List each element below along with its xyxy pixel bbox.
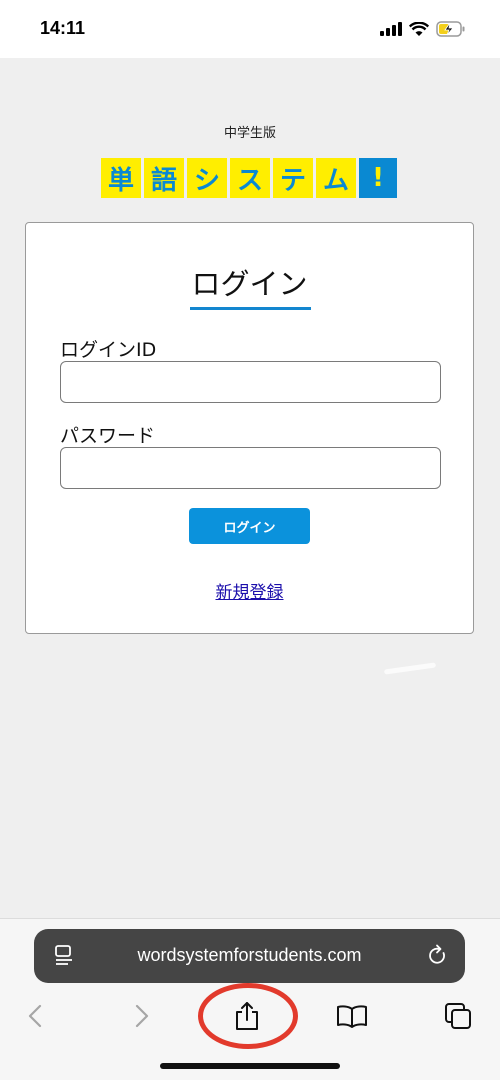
bookmarks-button[interactable] bbox=[332, 999, 372, 1033]
reload-icon[interactable] bbox=[427, 944, 449, 968]
bookmarks-icon bbox=[337, 1005, 367, 1028]
edition-label: 中学生版 bbox=[223, 126, 276, 141]
app-logo: 単 語 シ ス テ ム ! bbox=[101, 158, 397, 198]
logo-char: ス bbox=[230, 158, 270, 198]
logo-char: テ bbox=[273, 158, 313, 198]
signal-icon bbox=[380, 22, 402, 36]
address-bar[interactable]: wordsystemforstudents.com bbox=[34, 929, 465, 983]
wifi-icon bbox=[409, 21, 429, 36]
logo-char: 単 bbox=[101, 158, 141, 198]
logo-char: 語 bbox=[144, 158, 184, 198]
password-label: パスワード bbox=[60, 425, 156, 447]
login-card: ログイン ログインID パスワード ログイン 新規登録 bbox=[25, 222, 474, 634]
login-title: ログイン bbox=[191, 267, 308, 301]
forward-button[interactable] bbox=[122, 999, 162, 1033]
logo-char: シ bbox=[187, 158, 227, 198]
logo-char: ! bbox=[359, 158, 397, 198]
logo-char: ム bbox=[316, 158, 356, 198]
title-underline bbox=[190, 307, 311, 310]
password-input[interactable] bbox=[60, 447, 441, 489]
share-highlight-annotation bbox=[198, 983, 298, 1049]
register-link[interactable]: 新規登録 bbox=[26, 578, 473, 603]
forward-icon bbox=[135, 1004, 149, 1028]
browser-toolbar: wordsystemforstudents.com bbox=[0, 918, 500, 1080]
status-icons bbox=[380, 20, 466, 38]
login-id-label: ログインID bbox=[60, 339, 157, 361]
tabs-icon bbox=[445, 1003, 471, 1029]
status-bar: 14:11 bbox=[0, 0, 500, 58]
login-button[interactable]: ログイン bbox=[189, 508, 310, 544]
back-button[interactable] bbox=[15, 999, 55, 1033]
screen-smudge bbox=[383, 662, 437, 675]
login-id-input[interactable] bbox=[60, 361, 441, 403]
tabs-button[interactable] bbox=[438, 999, 478, 1033]
back-icon bbox=[28, 1004, 42, 1028]
battery-charging-icon bbox=[436, 21, 465, 37]
status-time: 14:11 bbox=[40, 18, 86, 38]
home-indicator bbox=[160, 1063, 340, 1069]
url-text: wordsystemforstudents.com bbox=[137, 945, 362, 965]
